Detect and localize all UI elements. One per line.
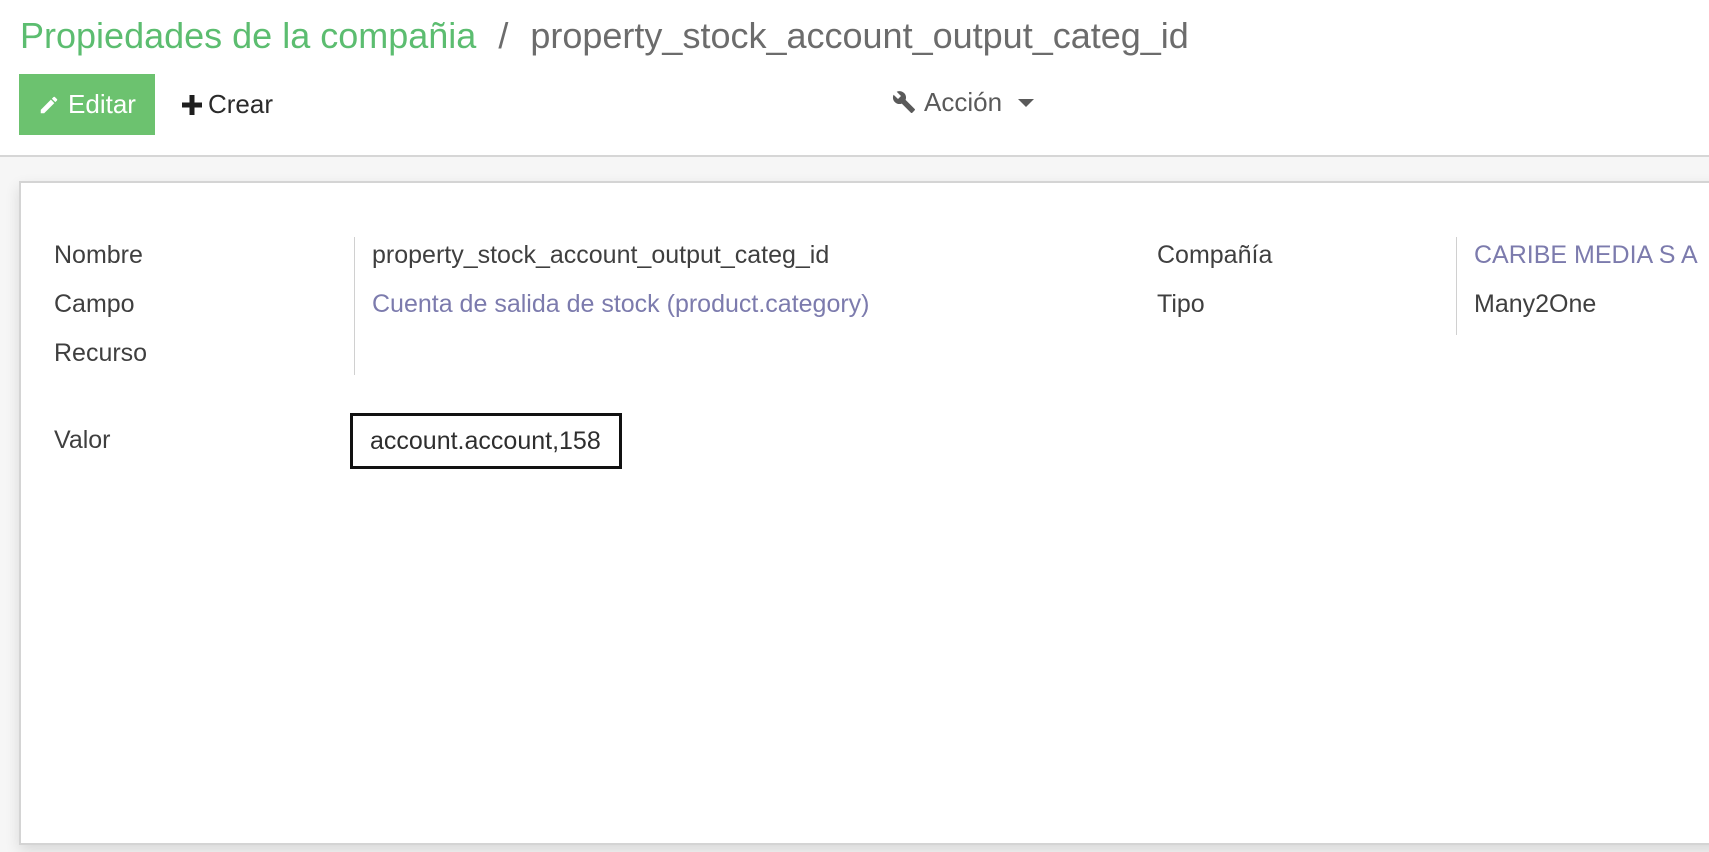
create-button[interactable]: Crear bbox=[178, 74, 277, 135]
value-field: account.account,158 bbox=[350, 413, 622, 469]
edit-button-label: Editar bbox=[68, 89, 136, 119]
breadcrumb: Propiedades de la compañia / property_st… bbox=[20, 14, 1189, 58]
company-label: Compañía bbox=[1157, 241, 1273, 269]
breadcrumb-separator: / bbox=[498, 15, 509, 56]
breadcrumb-current: property_stock_account_output_categ_id bbox=[530, 15, 1189, 56]
value-label: Valor bbox=[54, 426, 111, 454]
action-dropdown-button[interactable]: Acción bbox=[892, 74, 1035, 130]
type-label: Tipo bbox=[1157, 290, 1205, 318]
control-panel: Propiedades de la compañia / property_st… bbox=[0, 0, 1709, 157]
caret-down-icon bbox=[1018, 99, 1035, 107]
wrench-icon bbox=[892, 90, 916, 114]
type-value: Many2One bbox=[1474, 290, 1597, 318]
edit-button[interactable]: Editar bbox=[19, 74, 155, 135]
right-group-divider bbox=[1456, 237, 1457, 335]
resource-label: Recurso bbox=[54, 339, 148, 367]
left-group-divider bbox=[354, 237, 355, 375]
field-label: Campo bbox=[54, 290, 135, 318]
pencil-icon bbox=[38, 94, 60, 116]
form-sheet: Nombre property_stock_account_output_cat… bbox=[19, 181, 1709, 845]
name-label: Nombre bbox=[54, 241, 143, 269]
create-button-label: Crear bbox=[208, 89, 274, 119]
company-value-link[interactable]: CARIBE MEDIA S A bbox=[1474, 241, 1698, 270]
value-field-text: account.account,158 bbox=[370, 426, 601, 455]
action-dropdown-label: Acción bbox=[924, 86, 1003, 117]
plus-icon bbox=[182, 94, 202, 115]
field-value-link[interactable]: Cuenta de salida de stock (product.categ… bbox=[372, 290, 870, 319]
breadcrumb-parent-link[interactable]: Propiedades de la compañia bbox=[20, 15, 476, 56]
name-value: property_stock_account_output_categ_id bbox=[372, 241, 830, 269]
